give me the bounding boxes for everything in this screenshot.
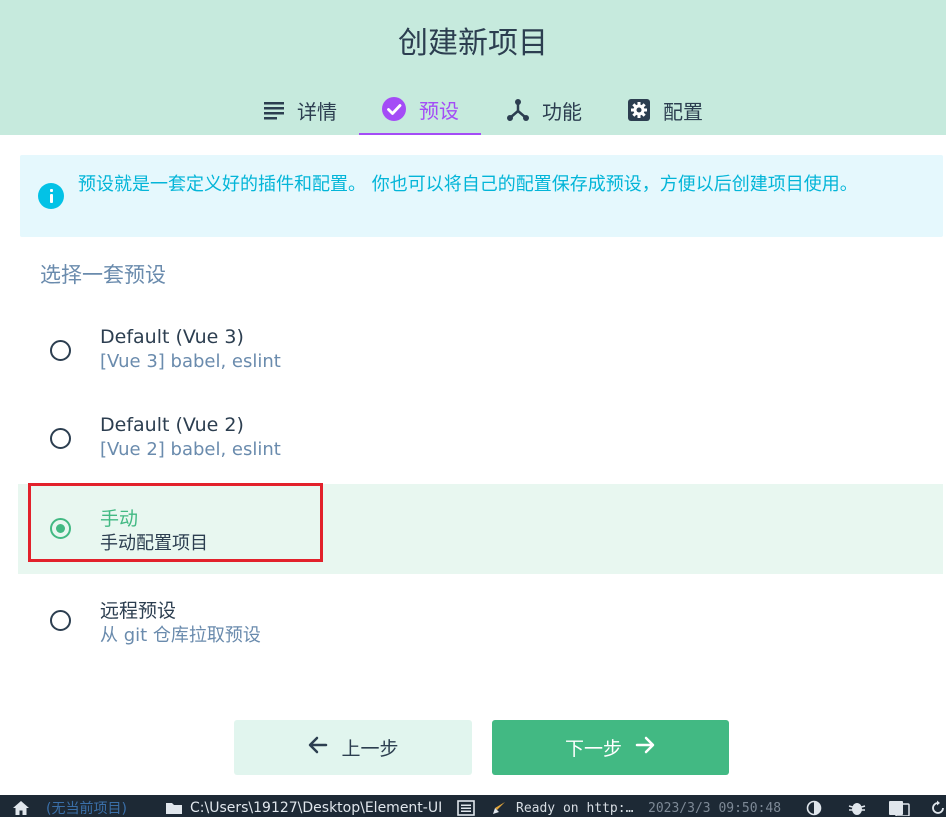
arrow-right-icon [634,734,656,761]
preset-name: Default (Vue 2) [100,414,244,436]
home-icon[interactable] [12,797,30,817]
next-button[interactable]: 下一步 [492,720,729,775]
header: 创建新项目 详情 预设 功能 配置 [0,0,946,135]
rocket-icon [491,797,507,817]
folder-icon [165,797,183,817]
folder-path[interactable]: C:\Users\19127\Desktop\Element-UI [190,797,446,817]
radio-button[interactable] [50,428,71,449]
list-icon [263,100,285,120]
preset-default-vue2[interactable]: Default (Vue 2) [Vue 2] babel, eslint [18,394,943,484]
refresh-icon[interactable] [930,797,946,817]
info-icon [38,183,64,209]
page-title: 创建新项目 [398,26,548,61]
preset-description: [Vue 3] babel, eslint [100,351,281,372]
preset-manual[interactable]: 手动 手动配置项目 [18,484,943,574]
tab-config-label: 配置 [663,99,703,124]
tab-presets-label: 预设 [419,98,459,123]
preset-remote[interactable]: 远程预设 从 git 仓库拉取预设 [18,576,943,666]
preset-description: 手动配置项目 [100,533,208,554]
next-button-label: 下一步 [564,738,622,760]
bug-icon[interactable] [848,797,866,817]
current-project[interactable]: (无当前项目) [46,797,127,817]
tab-presets[interactable]: 预设 [359,85,481,135]
tab-details-label: 详情 [297,99,337,124]
previous-button[interactable]: 上一步 [234,720,472,775]
status-bar: (无当前项目) C:\Users\19127\Desktop\Element-U… [0,795,946,817]
info-text: 预设就是一套定义好的插件和配置。 你也可以将自己的配置保存成预设，方便以后创建项… [78,174,858,195]
log-icon[interactable] [457,797,475,817]
preset-description: 从 git 仓库拉取预设 [100,625,261,646]
preset-description: [Vue 2] babel, eslint [100,439,281,460]
radio-button[interactable] [50,340,71,361]
fork-icon [506,98,530,122]
translate-icon[interactable] [888,797,910,817]
tab-config[interactable]: 配置 [615,85,715,135]
tab-features[interactable]: 功能 [494,85,594,135]
tab-features-label: 功能 [542,99,582,124]
arrow-left-icon [307,734,329,761]
info-box: 预设就是一套定义好的插件和配置。 你也可以将自己的配置保存成预设，方便以后创建项… [20,155,943,237]
check-circle-icon [381,96,407,122]
previous-button-label: 上一步 [341,738,399,760]
log-timestamp: 2023/3/3 09:50:48 [648,800,782,816]
preset-default-vue3[interactable]: Default (Vue 3) [Vue 3] babel, eslint [18,306,943,396]
dark-mode-icon[interactable] [806,797,822,817]
tab-details[interactable]: 详情 [250,85,350,135]
preset-name: Default (Vue 3) [100,326,244,348]
gear-icon [627,98,651,122]
preset-name: 远程预设 [100,600,177,622]
radio-button-selected[interactable] [50,518,71,539]
radio-button[interactable] [50,610,71,631]
preset-name: 手动 [100,508,139,530]
log-message[interactable]: Ready on http:… [516,797,633,817]
section-title: 选择一套预设 [40,263,166,287]
